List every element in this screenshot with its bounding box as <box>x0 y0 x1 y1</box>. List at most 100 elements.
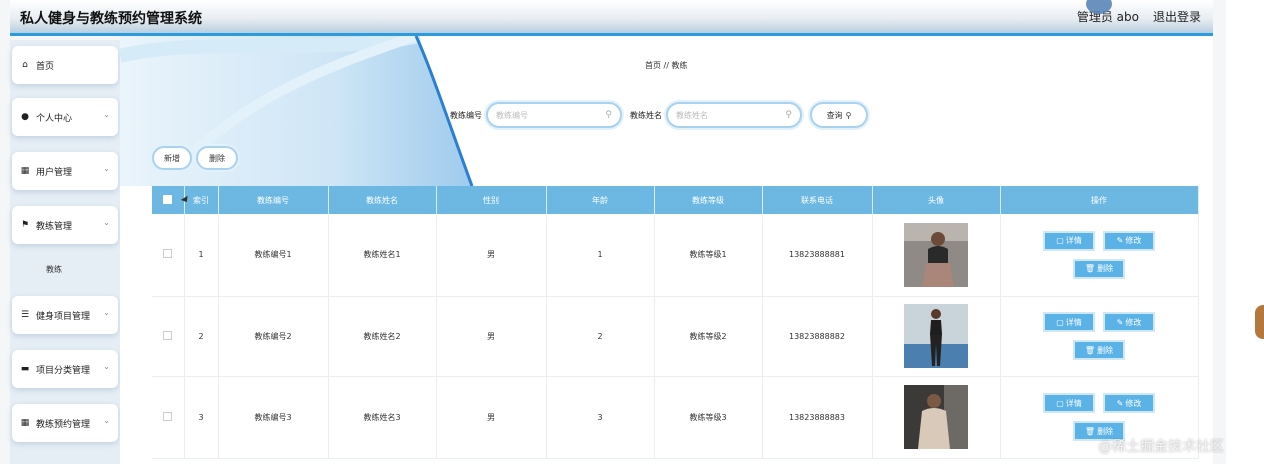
cell-level: 教练等级1 <box>654 214 763 297</box>
breadcrumb: 首页 // 教练 <box>645 61 688 70</box>
main-content: 首页 // 教练 教练编号 ⚲ 教练姓名 ⚲ 查询 ⚲ 新增 删除 索引 教练编 <box>120 36 1213 464</box>
coach-avatar-photo <box>904 222 968 287</box>
cell-index: 3 <box>184 376 219 459</box>
row-actions: ▢ 详情 ✎ 修改 🗑 删除 <box>1034 230 1164 279</box>
sidebar-item-fitness-project-management[interactable]: ☰ 健身项目管理 ⌄ <box>12 296 118 334</box>
sidebar-item-user-management[interactable]: ▦ 用户管理 ⌄ <box>12 152 118 190</box>
column-header: 教练等级 <box>654 186 763 214</box>
watermark: @稀土掘金技术社区 <box>1098 439 1224 455</box>
edit-label: 修改 <box>1125 317 1142 327</box>
sidebar-item-label: 教练预约管理 <box>36 419 91 430</box>
column-header: 头像 <box>872 186 1001 214</box>
detail-icon: ▢ <box>1056 236 1064 246</box>
edit-label: 修改 <box>1125 398 1142 408</box>
column-header: 教练编号 <box>218 186 329 214</box>
cell-gender: 男 <box>436 214 547 297</box>
sidebar-item-personal-center[interactable]: ● 个人中心 ⌄ <box>12 98 118 136</box>
query-button[interactable]: 查询 ⚲ <box>810 102 868 128</box>
column-header: 联系电话 <box>762 186 873 214</box>
edit-button[interactable]: ✎ 修改 <box>1103 393 1155 413</box>
column-header: 操作 <box>1000 186 1199 214</box>
sidebar-item-booking-management[interactable]: ▦ 教练预约管理 ⌄ <box>12 404 118 442</box>
edit-label: 修改 <box>1125 236 1142 246</box>
cell-code: 教练编号1 <box>218 214 329 297</box>
coach-table: 索引 教练编号 教练姓名 性别 年龄 教练等级 联系电话 头像 操作 1 教练编… <box>152 186 1199 459</box>
column-header: 年龄 <box>546 186 655 214</box>
sidebar-item-category-management[interactable]: ▬ 项目分类管理 ⌄ <box>12 350 118 388</box>
cell-phone: 13823888881 <box>762 214 873 297</box>
search-icon: ⚲ <box>785 110 792 120</box>
logout-link[interactable]: 退出登录 <box>1153 8 1201 25</box>
sidebar-item-label: 教练管理 <box>36 221 73 232</box>
sidebar-item-label: 用户管理 <box>36 167 73 178</box>
detail-icon: ▢ <box>1056 398 1064 408</box>
app-title: 私人健身与教练预约管理系统 <box>20 11 202 27</box>
row-actions: ▢ 详情 ✎ 修改 🗑 删除 <box>1034 393 1164 441</box>
cell-phone: 13823888883 <box>762 376 873 459</box>
table-row: 1 教练编号1 教练姓名1 男 1 教练等级1 13823888881 ▢ 详情… <box>152 214 1199 297</box>
detail-icon: ▢ <box>1056 317 1064 327</box>
search-icon: ⚲ <box>845 110 852 120</box>
table-row: 2 教练编号2 教练姓名2 男 2 教练等级2 13823888882 ▢ 详情… <box>152 296 1199 377</box>
table-row: 3 教练编号3 教练姓名3 男 3 教练等级3 13823888883 ▢ 详情… <box>152 376 1199 459</box>
coach-code-label: 教练编号 <box>450 110 482 120</box>
flag-icon: ⚑ <box>20 220 30 230</box>
row-checkbox[interactable] <box>163 330 173 340</box>
grid-icon: ▦ <box>20 166 30 176</box>
sidebar-item-home[interactable]: ⌂ 首页 <box>12 46 118 84</box>
sidebar-item-label: 个人中心 <box>36 113 73 124</box>
detail-label: 详情 <box>1065 398 1082 408</box>
cell-index: 2 <box>184 296 219 377</box>
sidebar-item-label: 健身项目管理 <box>36 311 91 322</box>
right-blank-area <box>1226 0 1264 464</box>
table-header-row: 索引 教练编号 教练姓名 性别 年龄 教练等级 联系电话 头像 操作 <box>152 186 1199 214</box>
coach-avatar-photo <box>904 385 968 449</box>
cell-gender: 男 <box>436 296 547 377</box>
select-all-checkbox[interactable] <box>163 194 173 204</box>
select-all-checkbox-cell[interactable] <box>152 186 185 214</box>
delete-icon: 🗑 <box>1084 345 1096 355</box>
delete-label: 删除 <box>1097 264 1114 274</box>
row-checkbox[interactable] <box>163 249 173 259</box>
cell-level: 教练等级3 <box>654 376 763 459</box>
sidebar-item-label: 项目分类管理 <box>36 365 91 376</box>
edit-icon: ✎ <box>1116 236 1124 246</box>
top-header: 私人健身与教练预约管理系统 管理员 abo 退出登录 <box>10 0 1213 36</box>
cell-age: 3 <box>546 376 655 459</box>
coach-name-search: ⚲ <box>666 102 802 128</box>
delete-icon: 🗑 <box>1084 264 1096 274</box>
cell-code: 教练编号3 <box>218 376 329 459</box>
detail-button[interactable]: ▢ 详情 <box>1043 312 1095 332</box>
sidebar-subitem-coach[interactable]: 教练 <box>12 254 118 284</box>
chevron-down-icon: ⌄ <box>103 362 110 371</box>
edit-button[interactable]: ✎ 修改 <box>1103 312 1155 332</box>
cell-index: 1 <box>184 214 219 297</box>
grid-icon: ▦ <box>20 418 30 428</box>
row-checkbox[interactable] <box>163 411 173 421</box>
delete-button[interactable]: 🗑 删除 <box>1073 340 1125 360</box>
cell-gender: 男 <box>436 376 547 459</box>
batch-delete-button[interactable]: 删除 <box>196 146 238 170</box>
folder-icon: ▬ <box>20 364 30 374</box>
edit-icon: ✎ <box>1116 398 1124 408</box>
edge-decoration <box>1255 305 1264 339</box>
cell-level: 教练等级2 <box>654 296 763 377</box>
coach-code-input[interactable] <box>496 110 606 120</box>
sidebar: ⌂ 首页 ● 个人中心 ⌄ ▦ 用户管理 ⌄ ⚑ 教练管理 ⌄ 教练 ☰ 健身项… <box>10 40 120 464</box>
column-header: 教练姓名 <box>328 186 437 214</box>
sidebar-item-label: 首页 <box>36 61 55 72</box>
detail-button[interactable]: ▢ 详情 <box>1043 230 1095 251</box>
delete-button[interactable]: 🗑 删除 <box>1073 258 1125 279</box>
cell-name: 教练姓名1 <box>328 214 437 297</box>
search-row: 教练编号 ⚲ 教练姓名 ⚲ 查询 ⚲ <box>450 102 868 128</box>
detail-button[interactable]: ▢ 详情 <box>1043 393 1095 413</box>
delete-label: 删除 <box>1097 345 1114 355</box>
edit-button[interactable]: ✎ 修改 <box>1103 230 1155 251</box>
coach-name-input[interactable] <box>676 110 786 120</box>
coach-avatar-photo <box>904 304 968 368</box>
sidebar-item-coach-management[interactable]: ⚑ 教练管理 ⌄ <box>12 206 118 244</box>
detail-label: 详情 <box>1065 317 1082 327</box>
search-icon: ⚲ <box>605 110 612 120</box>
add-button[interactable]: 新增 <box>152 146 192 170</box>
cell-name: 教练姓名2 <box>328 296 437 377</box>
